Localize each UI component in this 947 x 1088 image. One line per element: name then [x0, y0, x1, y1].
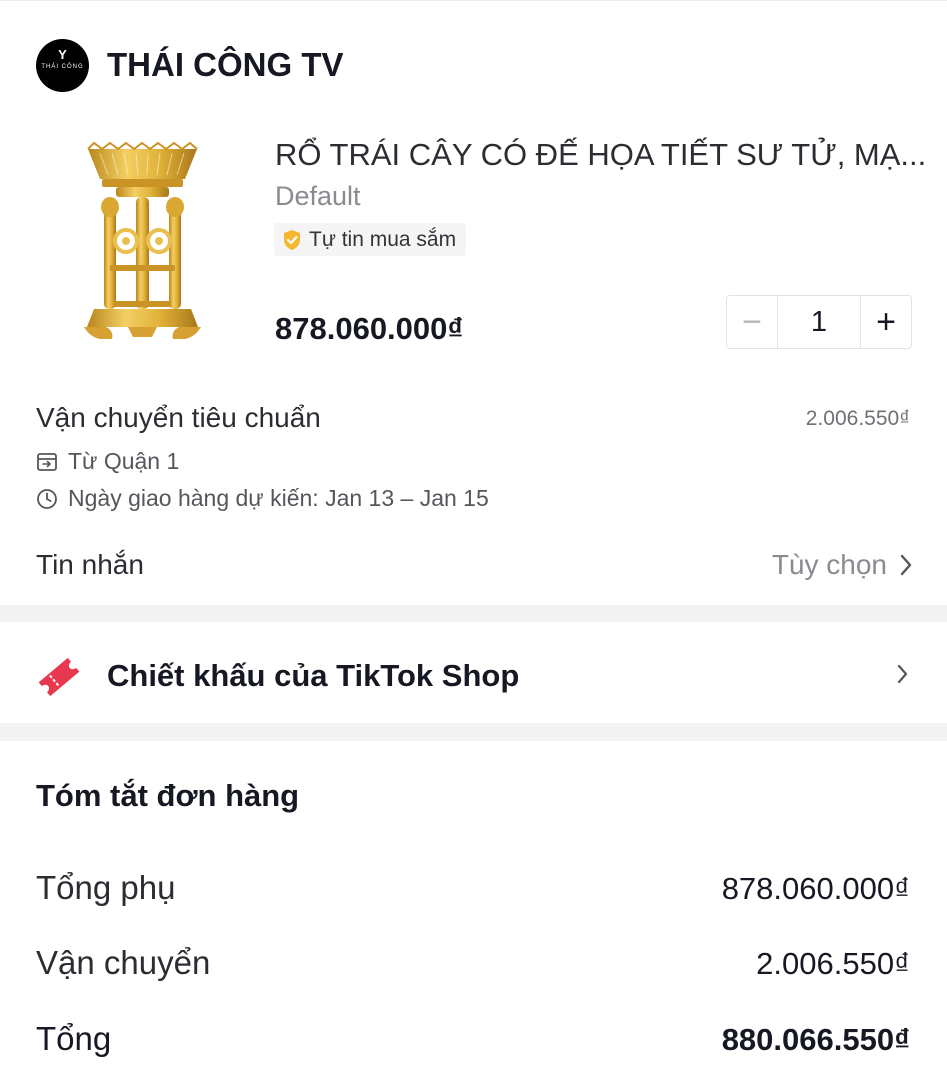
product-title[interactable]: RỔ TRÁI CÂY CÓ ĐẾ HỌA TIẾT SƯ TỬ, MẠ...	[275, 137, 926, 173]
shield-check-icon	[284, 229, 300, 250]
message-option-button[interactable]: Tùy chọn	[772, 549, 913, 581]
order-summary-card: Tóm tắt đơn hàng Tổng phụ 878.060.000₫ V…	[0, 741, 947, 1088]
shop-logo-text: THÁI CÔNG	[41, 64, 84, 70]
shipping-fee: 2.006.550₫	[805, 407, 910, 430]
ticket-icon	[38, 657, 80, 697]
chevron-right-icon	[900, 554, 912, 576]
shipping-value: 2.006.550₫	[756, 946, 910, 981]
decrease-quantity-button[interactable]: −	[727, 296, 777, 348]
shipping-label: Vận chuyển	[36, 944, 211, 981]
shop-order-card: Y THÁI CÔNG THÁI CÔNG TV RỔ TRÁI CÂY CÓ …	[0, 0, 947, 605]
box-icon	[37, 452, 57, 471]
quantity-stepper: − 1 +	[726, 295, 912, 349]
product-price: 878.060.000₫	[275, 311, 464, 346]
quantity-value[interactable]: 1	[777, 296, 861, 348]
shop-logo-glyph: Y	[58, 47, 67, 62]
order-summary-title: Tóm tắt đơn hàng	[36, 778, 300, 813]
message-option-label: Tùy chọn	[771, 549, 887, 580]
total-value: 880.066.550₫	[721, 1022, 910, 1057]
delivery-date-row: Ngày giao hàng dự kiến: Jan 13 – Jan 15	[36, 485, 489, 512]
shop-confidence-badge: Tự tin mua sắm	[274, 223, 467, 256]
subtotal-value: 878.060.000₫	[721, 871, 910, 906]
product-variant[interactable]: Default	[275, 181, 361, 212]
clock-icon	[37, 488, 57, 509]
ship-from-text: Từ Quận 1	[68, 448, 180, 474]
discount-label: Chiết khấu của TikTok Shop	[107, 658, 520, 693]
increase-quantity-button[interactable]: +	[861, 296, 911, 348]
discount-row[interactable]: Chiết khấu của TikTok Shop	[0, 622, 947, 723]
chevron-right-icon	[897, 664, 908, 684]
message-label: Tin nhắn	[36, 549, 144, 580]
shop-name[interactable]: THÁI CÔNG TV	[107, 46, 344, 84]
badge-label: Tự tin mua sắm	[309, 227, 457, 251]
shipping-method[interactable]: Vận chuyển tiêu chuẩn	[36, 402, 321, 434]
shop-avatar[interactable]: Y THÁI CÔNG	[36, 39, 89, 92]
total-label: Tổng	[36, 1020, 112, 1057]
product-image[interactable]	[80, 141, 205, 346]
ship-from-row: Từ Quận 1	[36, 448, 179, 475]
delivery-date-text: Ngày giao hàng dự kiến: Jan 13 – Jan 15	[68, 485, 489, 511]
subtotal-label: Tổng phụ	[36, 869, 176, 906]
